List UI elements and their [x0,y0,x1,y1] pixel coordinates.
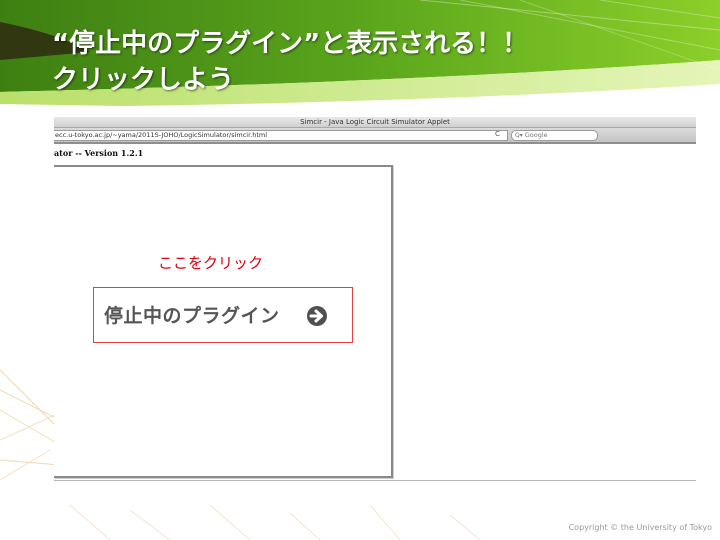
arrow-right-circle-icon [307,306,327,326]
browser-toolbar: ecc.u-tokyo.ac.jp/~yama/2011S-JOHO/Logic… [54,128,696,144]
browser-title-bar: Simcir - Java Logic Circuit Simulator Ap… [54,117,696,128]
reload-icon[interactable]: C [495,130,500,139]
search-input[interactable]: Q▾ Google [511,130,598,141]
stopped-plugin-button[interactable]: 停止中のプラグイン [93,287,353,343]
browser-divider [54,480,696,481]
address-bar[interactable]: ecc.u-tokyo.ac.jp/~yama/2011S-JOHO/Logic… [54,130,508,141]
stopped-plugin-label: 停止中のプラグイン [104,305,280,327]
slide-header-band: “停止中のプラグイン”と表示される！！ クリックしよう [0,0,720,110]
slide-title-line-2: クリックしよう [52,65,235,95]
search-placeholder: Google [524,131,548,139]
copyright-text: Copyright © the University of Tokyo [568,523,712,532]
search-icon: Q▾ [515,132,523,139]
click-here-annotation: ここをクリック [158,254,264,272]
slide-title-line-1: “停止中のプラグイン”と表示される！！ [52,29,529,59]
decorative-lines-left [0,369,60,481]
page-heading: ator -- Version 1.2.1 [54,148,144,158]
slide-title: “停止中のプラグイン”と表示される！！ クリックしよう [52,26,528,98]
